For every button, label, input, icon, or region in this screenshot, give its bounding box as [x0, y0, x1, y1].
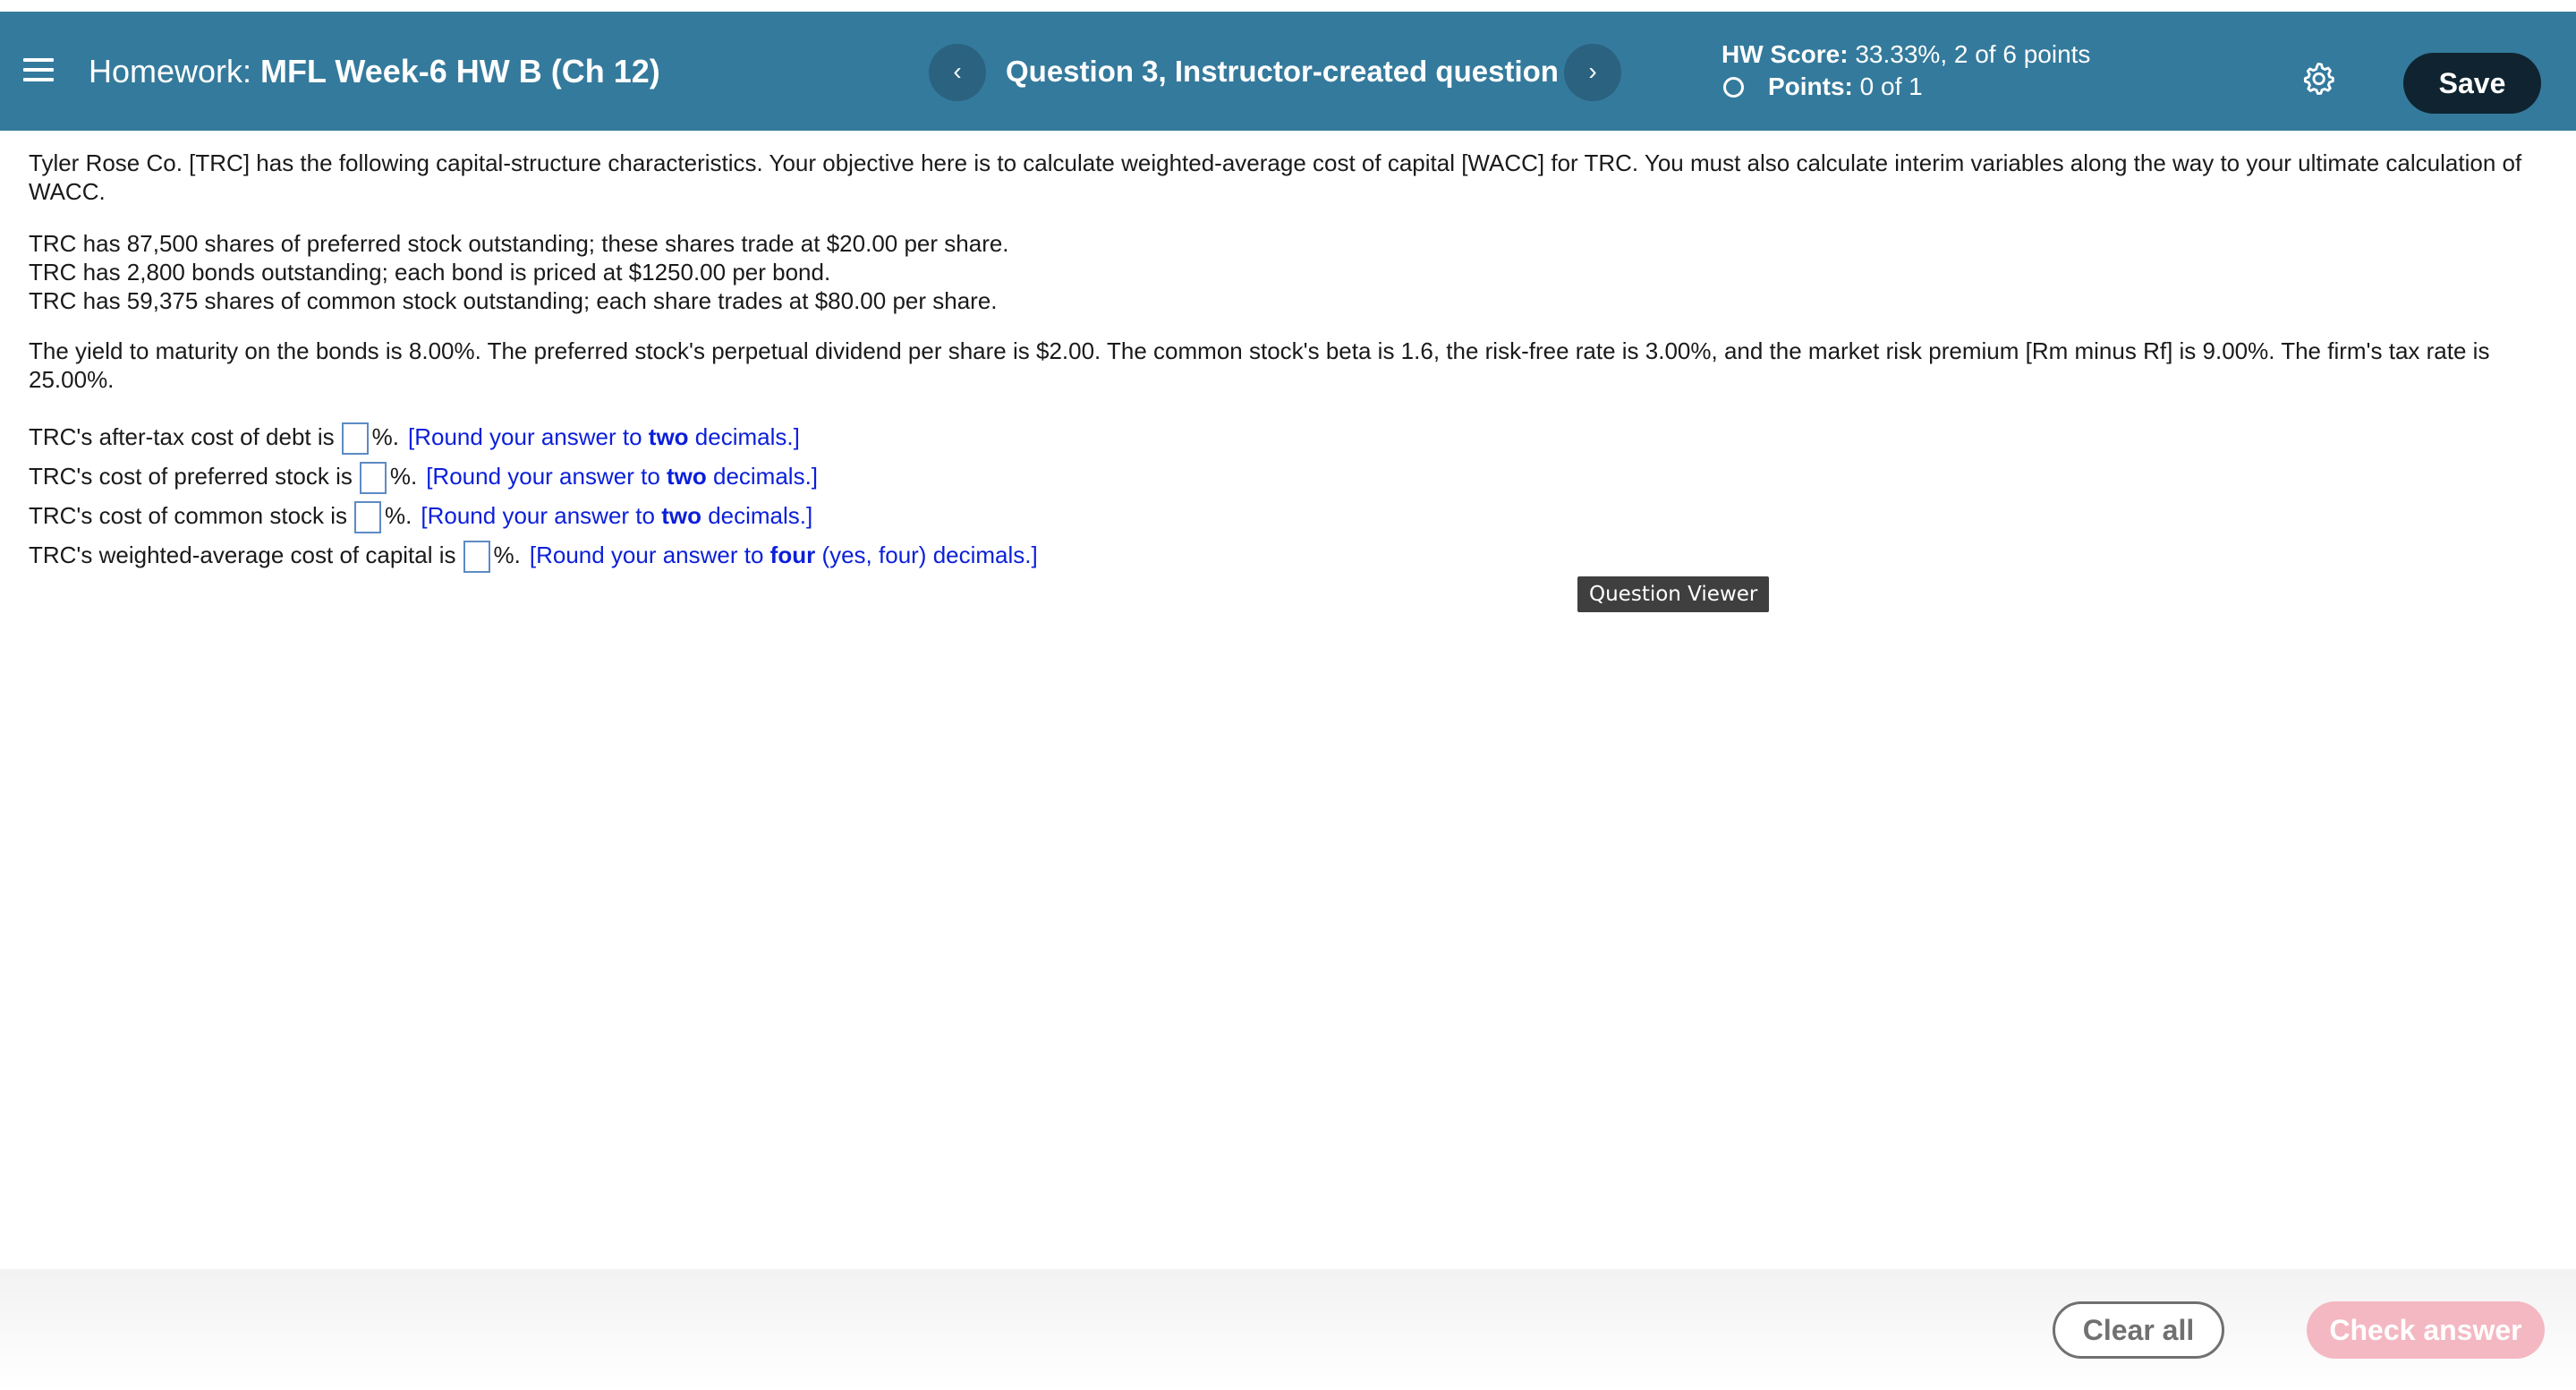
question-details: The yield to maturity on the bonds is 8.… [29, 337, 2490, 393]
answer-row-cost-of-preferred: TRC's cost of preferred stock is%. [Round… [29, 456, 2534, 496]
rounding-hint: [Round your answer to two decimals.] [421, 502, 813, 529]
save-button[interactable]: Save [2403, 53, 2541, 114]
question-facts: TRC has 87,500 shares of preferred stock… [29, 229, 2534, 315]
answer-row-cost-of-common: TRC's cost of common stock is%. [Round yo… [29, 496, 2534, 535]
chevron-left-icon: ‹ [953, 57, 962, 85]
hw-score-value: 33.33%, 2 of 6 points [1855, 40, 2091, 68]
hamburger-menu-icon[interactable] [23, 56, 54, 83]
answer-suffix: %. [385, 502, 412, 529]
homework-title: Homework: MFL Week-6 HW B (Ch 12) [89, 52, 660, 91]
top-strip [0, 0, 2576, 12]
question-title: Question 3, Instructor-created question [1006, 55, 1559, 88]
fact-preferred: TRC has 87,500 shares of preferred stock… [29, 230, 1009, 257]
header-bar: Homework: MFL Week-6 HW B (Ch 12) ‹ Quest… [0, 12, 2576, 131]
answer-input-cost-of-debt[interactable] [341, 422, 369, 456]
answer-input-cost-of-preferred[interactable] [359, 462, 387, 495]
answer-input-wacc[interactable] [463, 541, 490, 574]
rounding-hint: [Round your answer to four (yes, four) d… [529, 542, 1038, 568]
answer-prompt: TRC's cost of preferred stock is [29, 463, 353, 490]
answer-suffix: %. [389, 463, 418, 490]
check-answer-button[interactable]: Check answer [2307, 1301, 2545, 1359]
answer-prompt: TRC's after-tax cost of debt is [29, 423, 335, 450]
previous-question-button[interactable]: ‹ [929, 44, 986, 101]
question-viewer-tooltip: Question Viewer [1577, 576, 1770, 612]
answer-row-cost-of-debt: TRC's after-tax cost of debt is%. [Round … [29, 417, 2534, 456]
next-question-button[interactable]: › [1564, 44, 1621, 101]
answer-row-wacc: TRC's weighted-average cost of capital i… [29, 535, 2534, 575]
chevron-right-icon: › [1588, 57, 1597, 85]
points-line: Points: 0 of 1 [1722, 71, 2090, 103]
gear-icon[interactable] [2301, 62, 2335, 96]
rounding-hint: [Round your answer to two decimals.] [426, 463, 819, 490]
points-value: 0 of 1 [1859, 72, 1923, 100]
clear-all-button[interactable]: Clear all [2053, 1301, 2224, 1359]
answer-prompt: TRC's weighted-average cost of capital i… [29, 542, 456, 568]
answer-input-cost-of-common[interactable] [354, 501, 382, 534]
rounding-hint: [Round your answer to two decimals.] [407, 423, 800, 450]
hw-score-line: HW Score: 33.33%, 2 of 6 points [1722, 38, 2090, 71]
fact-bonds: TRC has 2,800 bonds outstanding; each bo… [29, 259, 831, 286]
question-intro: Tyler Rose Co. [TRC] has the following c… [29, 149, 2522, 205]
score-block: HW Score: 33.33%, 2 of 6 points Points: … [1722, 38, 2090, 103]
answer-list: TRC's after-tax cost of debt is%. [Round … [29, 417, 2534, 575]
hw-score-label: HW Score: [1722, 40, 1849, 68]
answer-suffix: %. [493, 542, 521, 568]
fact-common: TRC has 59,375 shares of common stock ou… [29, 287, 998, 314]
points-label: Points: [1768, 72, 1853, 100]
answer-suffix: %. [371, 423, 399, 450]
homework-name: MFL Week-6 HW B (Ch 12) [260, 53, 660, 90]
answer-prompt: TRC's cost of common stock is [29, 502, 348, 529]
points-status-circle-icon [1723, 77, 1744, 98]
homework-label: Homework: [89, 53, 252, 90]
question-content: Tyler Rose Co. [TRC] has the following c… [29, 149, 2534, 575]
